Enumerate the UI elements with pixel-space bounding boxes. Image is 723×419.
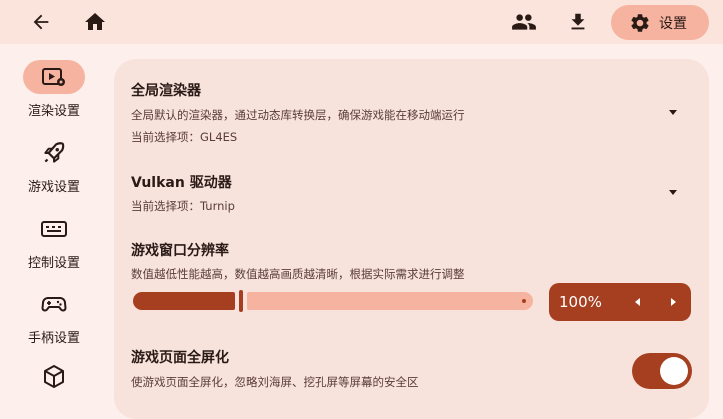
download-icon: [571, 13, 585, 30]
fullscreen-title: 游戏页面全屏化: [131, 350, 229, 366]
renderer-current: 当前选择项：GL4ES: [131, 130, 238, 144]
toggle-knob: [660, 357, 688, 385]
people-icon: [512, 14, 536, 30]
vulkan-dropdown-arrow-icon[interactable]: [669, 190, 677, 195]
cube-icon: [44, 365, 64, 388]
resolution-value-box: 100%: [549, 283, 691, 321]
sidebar-item-label: 渲染设置: [27, 104, 80, 119]
vulkan-current: 当前选择项：Turnip: [131, 199, 235, 213]
sidebar-item-label: 游戏设置: [27, 180, 80, 195]
sidebar-item-more[interactable]: [0, 360, 108, 394]
download-button[interactable]: [563, 7, 593, 37]
sidebar-icon-wrap: [23, 287, 85, 321]
sidebar-item-label: 手柄设置: [27, 331, 80, 346]
sidebar-item-control[interactable]: 控制设置: [0, 212, 108, 271]
sidebar-icon-wrap: [23, 136, 85, 170]
increase-arrow-icon[interactable]: [671, 298, 676, 306]
sidebar-active-indicator: [23, 60, 85, 94]
renderer-title: 全局渲染器: [131, 83, 201, 99]
renderer-description: 全局默认的渲染器，通过动态库转换层，确保游戏能在移动端运行: [131, 108, 465, 122]
accounts-button[interactable]: [509, 7, 539, 37]
arrow-left-icon: [33, 14, 49, 30]
fullscreen-description: 使游戏页面全屏化，忽略刘海屏、挖孔屏等屏幕的安全区: [131, 375, 419, 389]
keyboard-icon: [41, 221, 67, 237]
rocket-icon: [44, 142, 65, 163]
home-icon: [85, 13, 105, 30]
slider-handle[interactable]: [239, 290, 243, 312]
gear-icon: [631, 13, 649, 32]
home-button[interactable]: [80, 7, 110, 37]
back-button[interactable]: [26, 7, 56, 37]
settings-label: 设置: [659, 15, 687, 32]
slider-fill: [133, 292, 235, 310]
resolution-value: 100%: [559, 293, 602, 311]
top-app-bar: 设置: [0, 0, 723, 44]
gamepad-icon: [41, 297, 67, 312]
resolution-slider[interactable]: [133, 290, 533, 312]
resolution-description: 数值越低性能越高，数值越高画质越清晰，根据实际需求进行调整: [131, 267, 465, 281]
sidebar-item-gamepad[interactable]: 手柄设置: [0, 287, 108, 346]
sidebar-item-game[interactable]: 游戏设置: [0, 136, 108, 195]
slider-track: [247, 292, 533, 310]
slider-end-dot: [522, 299, 526, 303]
renderer-dropdown-arrow-icon[interactable]: [669, 110, 677, 115]
decrease-arrow-icon[interactable]: [635, 298, 640, 306]
resolution-title: 游戏窗口分辨率: [131, 243, 229, 259]
vulkan-title: Vulkan 驱动器: [131, 175, 232, 191]
sidebar-icon-wrap: [23, 360, 85, 394]
sidebar-item-label: 控制设置: [27, 256, 80, 271]
fullscreen-toggle[interactable]: [632, 353, 692, 389]
render-video-gear-icon: [42, 68, 65, 86]
sidebar-icon-wrap: [23, 212, 85, 246]
settings-button[interactable]: 设置: [611, 5, 709, 40]
sidebar-item-render[interactable]: 渲染设置: [0, 60, 108, 119]
